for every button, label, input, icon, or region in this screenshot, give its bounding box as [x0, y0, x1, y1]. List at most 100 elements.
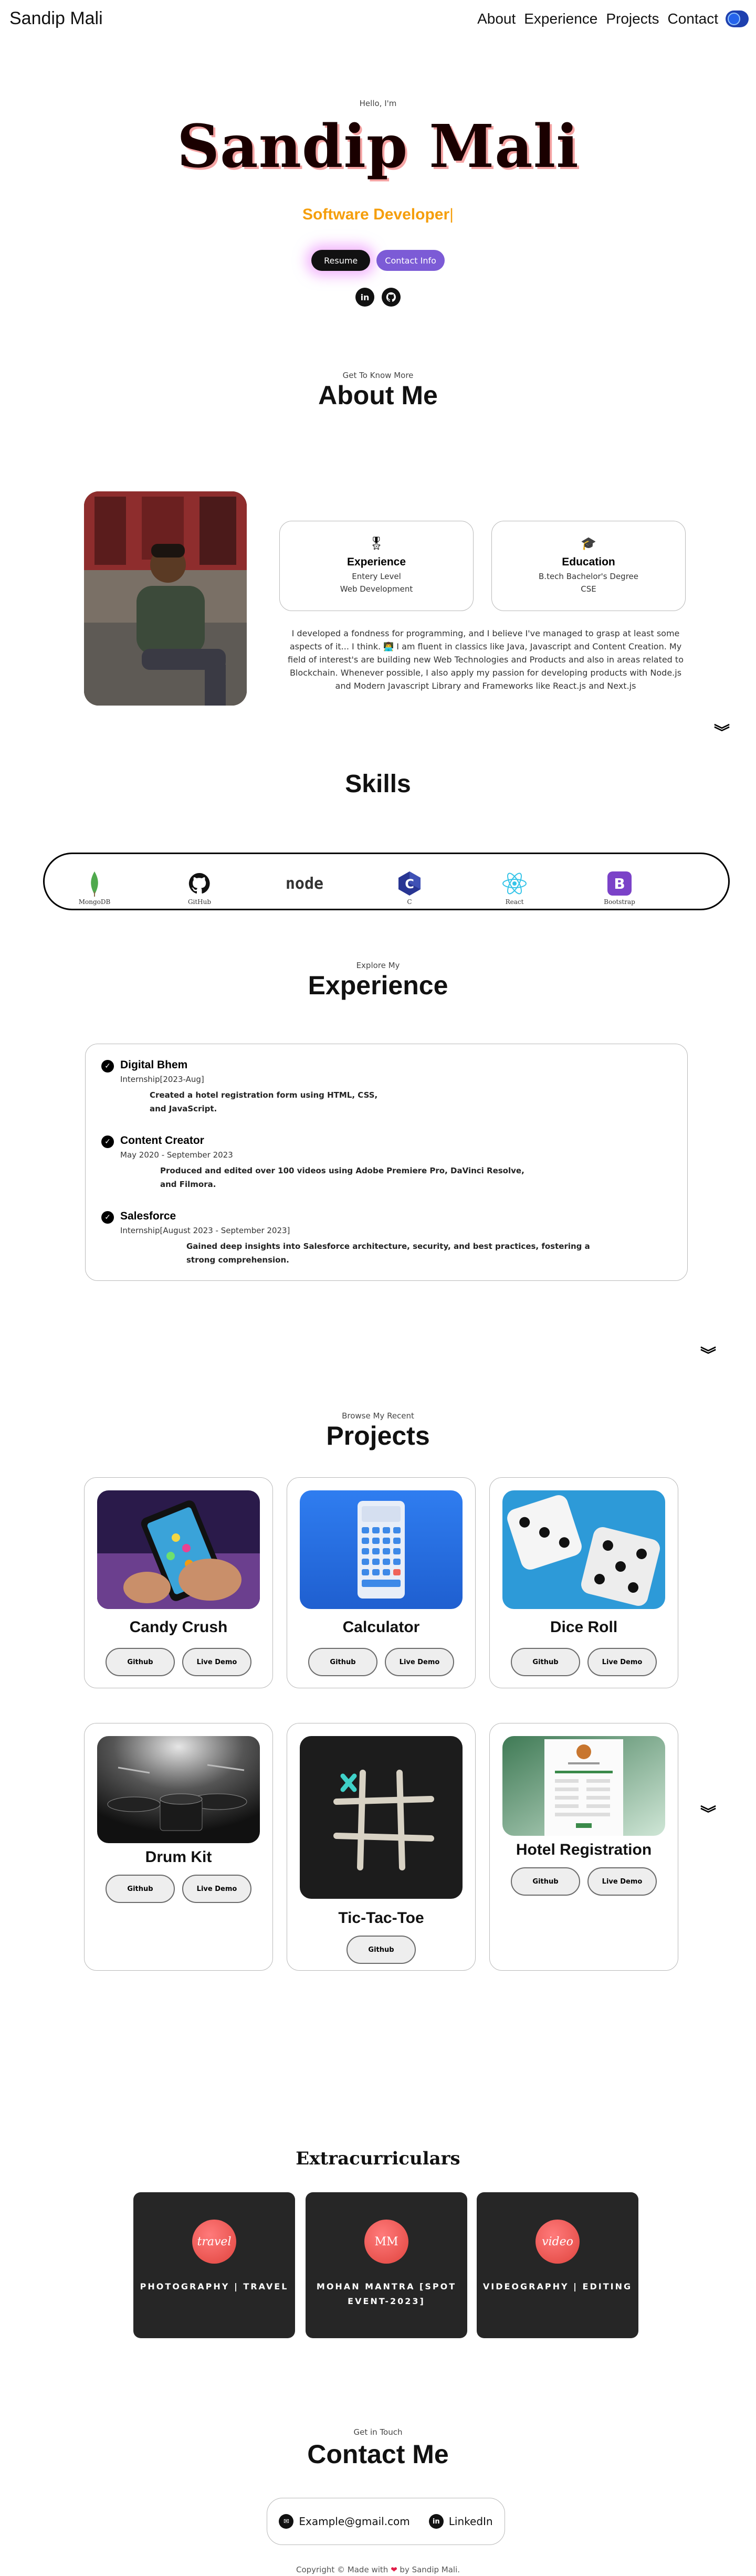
c-language-icon: C: [381, 870, 438, 897]
skill-bootstrap: B Bootstrap: [591, 870, 648, 906]
theme-toggle-knob: [728, 13, 740, 25]
hero-role: Software Developer|: [0, 206, 756, 224]
check-icon: ✓: [101, 1135, 114, 1148]
site-logo[interactable]: Sandip Mali: [9, 8, 103, 29]
github-button[interactable]: Github: [106, 1875, 175, 1903]
experience-item-desc: Created a hotel registration form using …: [150, 1090, 378, 1113]
linkedin-text: LinkedIn: [448, 2515, 493, 2528]
hero-greeting: Hello, I'm: [359, 99, 397, 108]
extracurricular-card[interactable]: video VIDEOGRAPHY | EDITING: [477, 2192, 638, 2338]
linkedin-icon[interactable]: in: [355, 288, 374, 307]
project-card: Drum Kit Github Live Demo: [84, 1723, 273, 1971]
nodejs-logo-text: node: [285, 874, 324, 893]
project-card: Hotel Registration Github Live Demo: [489, 1723, 678, 1971]
project-name: Candy Crush: [129, 1618, 228, 1636]
nav-link-projects[interactable]: Projects: [606, 10, 659, 27]
experience-item-title: Digital Bhem: [120, 1059, 188, 1071]
live-demo-button[interactable]: Live Demo: [182, 1648, 251, 1676]
extracurricular-card[interactable]: travel PHOTOGRAPHY | TRAVEL: [133, 2192, 295, 2338]
project-name: Calculator: [342, 1618, 420, 1636]
linkedin-link[interactable]: in LinkedIn: [428, 2514, 493, 2529]
skills-title: Skills: [345, 770, 411, 798]
project-card: Tic-Tac-Toe Github: [287, 1723, 476, 1971]
hero-name: Sandip Mali: [177, 112, 579, 181]
about-subtitle: Get To Know More: [342, 371, 414, 380]
experience-item-title: Salesforce: [120, 1210, 176, 1222]
extracurriculars-title: Extracurriculars: [296, 2148, 460, 2169]
education-card-title: Education: [562, 556, 615, 568]
project-buttons: Github Live Demo: [85, 1875, 272, 1903]
experience-subtitle: Explore My: [356, 961, 400, 970]
check-icon: ✓: [101, 1211, 114, 1224]
chevron-down-icon[interactable]: ︾: [700, 1348, 716, 1363]
experience-card-title: Experience: [346, 556, 406, 568]
about-bio: I developed a fondness for programming, …: [288, 628, 684, 691]
about-title: About Me: [318, 381, 438, 410]
project-card: Dice Roll Github Live Demo: [489, 1477, 678, 1688]
github-icon[interactable]: [382, 288, 401, 307]
skill-github: GitHub: [171, 870, 228, 906]
svg-text:B: B: [614, 875, 625, 892]
email-link[interactable]: ✉ Example@gmail.com: [279, 2514, 410, 2529]
react-icon: [486, 870, 543, 897]
github-button[interactable]: Github: [106, 1648, 175, 1676]
project-buttons: Github: [287, 1936, 475, 1964]
project-image-tic-tac-toe: [300, 1736, 463, 1899]
contact-title: Contact Me: [307, 2440, 449, 2469]
experience-container: ✓ Digital Bhem Internship[2023-Aug] Crea…: [85, 1044, 688, 1281]
education-card: 🎓 Education B.tech Bachelor's Degree CSE: [491, 521, 686, 611]
skill-mongodb: MongoDB: [66, 870, 123, 906]
nodejs-icon: node: [276, 870, 333, 897]
copyright: Copyright © Made with ❤ by Sandip Mali.: [0, 2565, 756, 2574]
live-demo-button[interactable]: Live Demo: [587, 1867, 657, 1896]
experience-item-role: May 2020 - September 2023: [120, 1150, 233, 1160]
skill-node: node: [276, 870, 333, 898]
svg-text:C: C: [405, 877, 414, 891]
mm-badge: MM: [364, 2220, 408, 2264]
project-card: Candy Crush Github Live Demo: [84, 1477, 273, 1688]
project-name: Dice Roll: [550, 1618, 618, 1636]
chevron-down-icon[interactable]: ︾: [700, 1806, 716, 1822]
project-buttons: Github Live Demo: [85, 1648, 272, 1676]
experience-card: 🎖 Experience Entery Level Web Developmen…: [279, 521, 474, 611]
contact-info-box: ✉ Example@gmail.com in LinkedIn: [267, 2498, 505, 2545]
nav-link-experience[interactable]: Experience: [524, 10, 597, 27]
hero-role-text: Software Developer: [302, 206, 450, 223]
live-demo-button[interactable]: Live Demo: [182, 1875, 251, 1903]
extracurricular-label: MOHAN MANTRA [SPOT EVENT-2023]: [316, 2281, 457, 2306]
skill-label: React: [505, 898, 524, 906]
live-demo-button[interactable]: Live Demo: [587, 1648, 657, 1676]
project-name: Drum Kit: [145, 1848, 212, 1866]
resume-button[interactable]: Resume: [311, 250, 371, 271]
copyright-text-before: Copyright © Made with: [296, 2565, 388, 2574]
theme-toggle[interactable]: [726, 10, 749, 27]
nav-links: About Experience Projects Contact: [477, 10, 718, 27]
github-button[interactable]: Github: [308, 1648, 377, 1676]
project-buttons: Github Live Demo: [287, 1648, 475, 1676]
contact-info-button[interactable]: Contact Info: [376, 250, 445, 271]
travel-badge: travel: [192, 2220, 236, 2264]
project-buttons: Github Live Demo: [490, 1648, 678, 1676]
graduation-icon: 🎓: [581, 536, 596, 551]
skill-label: MongoDB: [78, 898, 111, 906]
experience-title: Experience: [308, 971, 448, 1000]
experience-item-desc: Produced and edited over 100 videos usin…: [160, 1166, 524, 1189]
hero-buttons: Resume Contact Info: [0, 250, 756, 271]
typing-cursor: |: [449, 206, 454, 223]
email-text: Example@gmail.com: [299, 2515, 410, 2528]
project-image-drum-kit: [97, 1736, 260, 1843]
email-icon: ✉: [279, 2514, 294, 2529]
education-card-line: CSE: [581, 584, 596, 594]
nav-link-contact[interactable]: Contact: [668, 10, 719, 27]
skill-label: C: [407, 898, 412, 906]
chevron-down-icon[interactable]: ︾: [714, 725, 730, 741]
nav-link-about[interactable]: About: [477, 10, 516, 27]
github-button[interactable]: Github: [511, 1648, 580, 1676]
github-button[interactable]: Github: [346, 1936, 416, 1964]
extracurricular-card[interactable]: MM MOHAN MANTRA [SPOT EVENT-2023]: [306, 2192, 467, 2338]
extracurricular-label: VIDEOGRAPHY | EDITING: [482, 2281, 633, 2291]
github-button[interactable]: Github: [511, 1867, 580, 1896]
extracurricular-label: PHOTOGRAPHY | TRAVEL: [140, 2281, 289, 2291]
live-demo-button[interactable]: Live Demo: [385, 1648, 454, 1676]
github-icon: [171, 870, 228, 897]
